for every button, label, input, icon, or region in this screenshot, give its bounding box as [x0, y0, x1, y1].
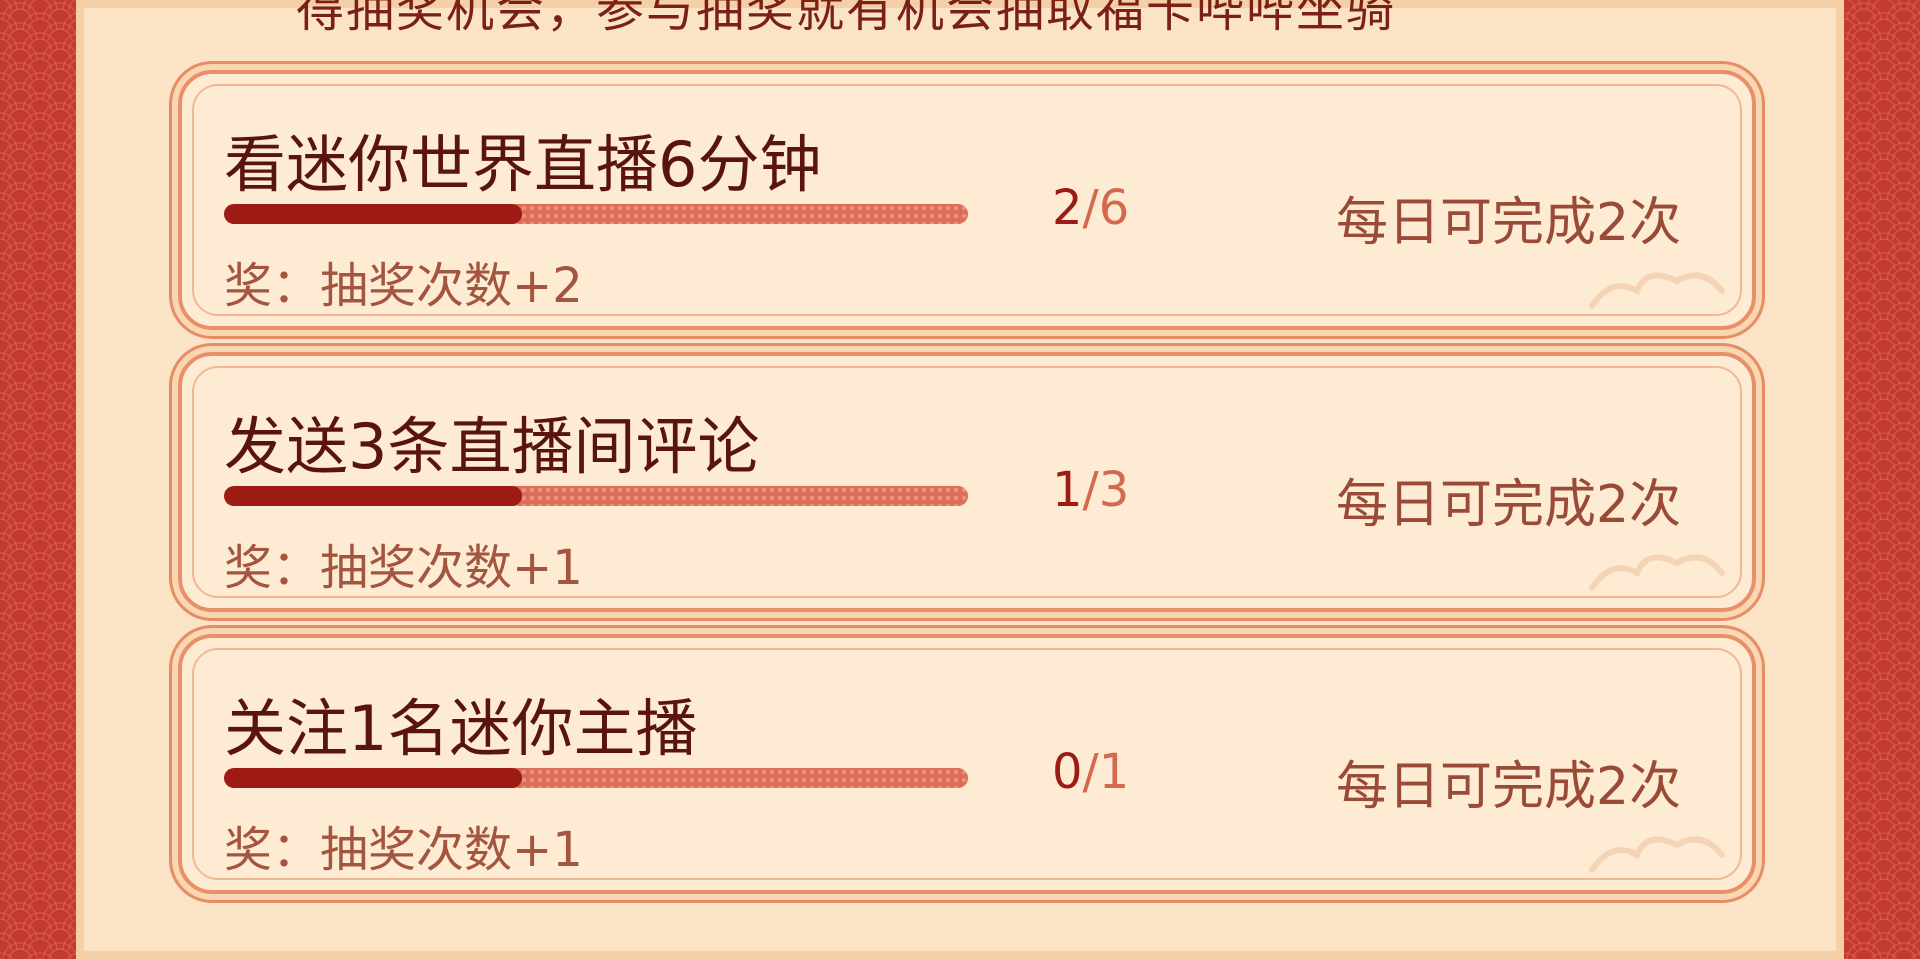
progress-count: 0/1 — [1052, 744, 1129, 800]
progress-count: 2/6 — [1052, 180, 1129, 236]
task-card[interactable]: 发送3条直播间评论 1/3 奖：抽奖次数+1 每日可完成2次 — [178, 352, 1756, 612]
progress-bar — [224, 204, 968, 224]
task-title: 关注1名迷你主播 — [224, 692, 698, 765]
task-daily-limit: 每日可完成2次 — [1336, 475, 1682, 535]
progress-bar — [224, 768, 968, 788]
progress-total: 3 — [1098, 462, 1130, 518]
task-reward: 奖：抽奖次数+1 — [224, 540, 583, 596]
task-card[interactable]: 关注1名迷你主播 0/1 奖：抽奖次数+1 每日可完成2次 — [178, 634, 1756, 894]
cloud-ornament-icon — [1589, 836, 1725, 873]
right-decor-border — [1844, 0, 1920, 959]
cloud-ornament-icon — [1589, 554, 1725, 591]
task-reward: 奖：抽奖次数+1 — [224, 822, 583, 878]
left-decor-border — [0, 0, 76, 959]
intro-text: 得抽奖机会，参与抽奖就有机会抽取福卡哔哔坐骑 — [296, 0, 1397, 38]
progress-fill — [224, 768, 522, 788]
task-title: 发送3条直播间评论 — [224, 410, 760, 483]
progress-fill — [224, 204, 522, 224]
progress-done: 1 — [1052, 462, 1083, 518]
progress-done: 2 — [1052, 180, 1083, 236]
task-card[interactable]: 看迷你世界直播6分钟 2/6 奖：抽奖次数+2 每日可完成2次 — [178, 70, 1756, 330]
progress-total: 1 — [1098, 744, 1130, 800]
progress-done: 0 — [1052, 744, 1083, 800]
progress-separator: / — [1082, 462, 1099, 518]
progress-count: 1/3 — [1052, 462, 1129, 518]
task-title: 看迷你世界直播6分钟 — [224, 128, 822, 201]
task-daily-limit: 每日可完成2次 — [1336, 193, 1682, 253]
task-reward: 奖：抽奖次数+2 — [224, 258, 583, 314]
task-daily-limit: 每日可完成2次 — [1336, 757, 1682, 817]
progress-separator: / — [1082, 180, 1099, 236]
progress-separator: / — [1082, 744, 1099, 800]
progress-total: 6 — [1098, 180, 1130, 236]
cloud-ornament-icon — [1589, 272, 1725, 309]
progress-fill — [224, 486, 522, 506]
progress-bar — [224, 486, 968, 506]
